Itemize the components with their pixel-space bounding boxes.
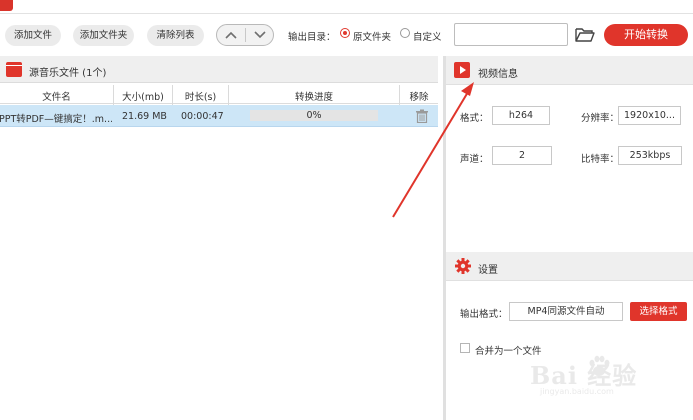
format-label: 格式： [460, 113, 489, 124]
column-header-size: 大小(mb) [122, 92, 164, 103]
watermark-brand: Bai 经验 [530, 361, 638, 390]
resolution-value: 1920x10... [618, 106, 681, 125]
toolbar: 添加文件 添加文件夹 清除列表 输出目录： 原文件夹 自定义 开始转换 [0, 14, 693, 56]
bitrate-value: 253kbps [618, 146, 682, 165]
merge-checkbox[interactable] [460, 343, 470, 353]
source-files-panel: 源音乐文件 (1个) 文件名 大小(mb) 时长(s) 转换进度 移除 PPT转… [0, 56, 438, 420]
channels-value: 2 [492, 146, 552, 165]
file-name-cell: PPT转PDF—键搞定！.m... [0, 114, 112, 125]
radio-custom[interactable] [400, 28, 410, 38]
watermark-url: jingyan.baidu.com [540, 387, 614, 396]
column-header-duration: 时长(s) [184, 92, 217, 103]
format-value: h264 [492, 106, 550, 125]
progress-text: 0% [306, 110, 322, 121]
file-size-cell: 21.69 MB [122, 111, 167, 122]
channels-label: 声道： [460, 154, 489, 165]
conversion-progress-bar: 0% [250, 110, 378, 121]
source-files-title: 源音乐文件 (1个) [29, 68, 107, 79]
chevron-up-icon [225, 31, 237, 39]
app-logo-icon [0, 0, 13, 11]
settings-title: 设置 [478, 265, 498, 276]
baidu-watermark: Bai 经验 jingyan.baidu.com [530, 350, 680, 400]
video-info-title: 视频信息 [478, 69, 518, 80]
bitrate-label: 比特率： [581, 154, 620, 165]
output-path-input[interactable] [454, 23, 568, 46]
add-folder-button[interactable]: 添加文件夹 [73, 25, 134, 46]
column-header-progress: 转换进度 [294, 92, 333, 103]
choose-format-button[interactable]: 选择格式 [630, 302, 687, 321]
move-nav-group [216, 24, 274, 46]
radio-custom-label: 自定义 [413, 32, 442, 43]
radio-original-folder[interactable] [340, 28, 350, 38]
output-dir-label: 输出目录： [288, 32, 336, 43]
settings-header: 设置 [446, 252, 693, 281]
output-format-field[interactable]: MP4同源文件自动 [509, 302, 623, 321]
radio-original-folder-label: 原文件夹 [353, 32, 392, 43]
title-bar [0, 0, 693, 14]
start-convert-button[interactable]: 开始转换 [604, 24, 688, 46]
video-info-header: 视频信息 [446, 56, 693, 85]
source-files-header: 源音乐文件 (1个) [0, 56, 438, 83]
column-header-name: 文件名 [42, 92, 71, 103]
trash-icon[interactable] [415, 109, 429, 123]
file-duration-cell: 00:00:47 [181, 111, 224, 122]
gear-icon [455, 258, 471, 274]
move-up-button[interactable] [217, 25, 245, 45]
add-file-button[interactable]: 添加文件 [5, 25, 61, 46]
file-table-header: 文件名 大小(mb) 时长(s) 转换进度 移除 [0, 84, 438, 104]
move-down-button[interactable] [246, 25, 274, 45]
video-play-icon [454, 62, 470, 78]
clear-list-button[interactable]: 清除列表 [147, 25, 204, 46]
column-header-remove: 移除 [409, 92, 429, 103]
film-icon [6, 62, 22, 77]
paw-icon [589, 355, 610, 376]
folder-open-icon[interactable] [575, 27, 595, 42]
chevron-down-icon [254, 31, 266, 39]
app-window: 添加文件 添加文件夹 清除列表 输出目录： 原文件夹 自定义 开始转换 源音乐文… [0, 0, 693, 420]
resolution-label: 分辨率： [581, 113, 620, 124]
table-row[interactable]: PPT转PDF—键搞定！.m... 21.69 MB 00:00:47 0% [0, 105, 438, 127]
output-format-label: 输出格式： [460, 309, 508, 320]
